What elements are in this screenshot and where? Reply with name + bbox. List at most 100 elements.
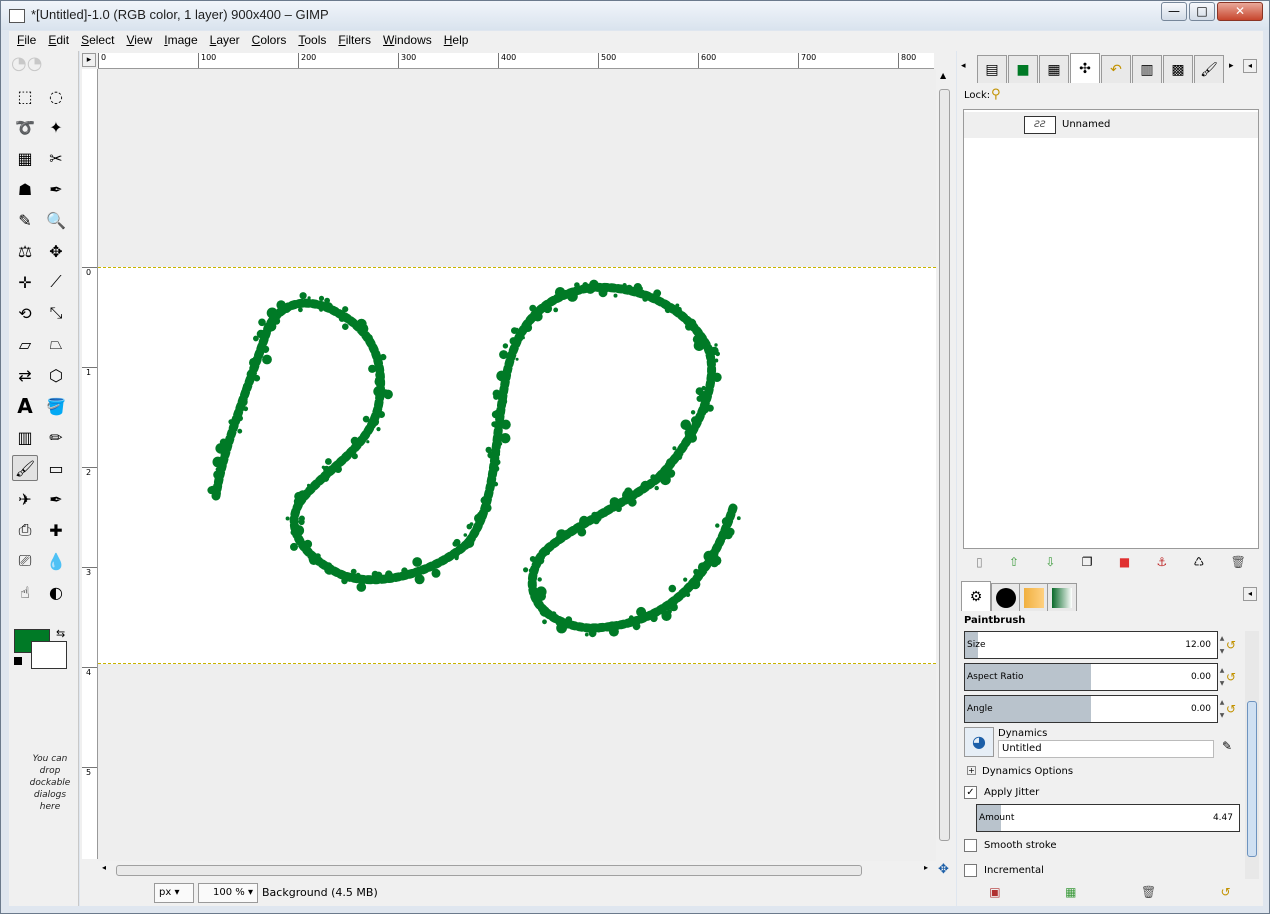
close-button[interactable]: ✕ — [1217, 2, 1263, 21]
apply-jitter-checkbox[interactable]: ✓ — [964, 786, 977, 799]
blur-icon[interactable]: 💧 — [43, 548, 69, 574]
blend-icon[interactable]: ▥ — [12, 424, 38, 450]
menu-select[interactable]: Select — [73, 31, 118, 47]
vertical-ruler[interactable]: 0 1 2 3 4 5 — [82, 69, 98, 859]
zoom-selector[interactable]: 100 % ▾ — [198, 883, 258, 903]
vertical-scroll-thumb[interactable] — [939, 89, 950, 841]
perspective-icon[interactable]: ⏢ — [43, 331, 69, 357]
ink-icon[interactable]: ✒ — [43, 486, 69, 512]
menu-colors[interactable]: Colors — [244, 31, 291, 47]
options-dock-menu-icon[interactable]: ◂ — [1243, 587, 1257, 601]
vertical-scrollbar[interactable]: ▲ — [936, 69, 954, 861]
menu-tools[interactable]: Tools — [290, 31, 330, 47]
layers-tab-icon[interactable]: ▤ — [977, 55, 1007, 83]
menu-file[interactable]: File — [9, 31, 40, 47]
unit-selector[interactable]: px ▾ — [154, 883, 194, 903]
paths-icon[interactable]: ✒ — [43, 176, 69, 202]
dodge-burn-icon[interactable]: ◐ — [43, 579, 69, 605]
duplicate-layer-icon[interactable]: ❐ — [1082, 555, 1093, 569]
eraser-icon[interactable]: ▭ — [43, 455, 69, 481]
rect-select-icon[interactable]: ⬚ — [12, 83, 38, 109]
aspect-ratio-slider[interactable]: Aspect Ratio 0.00 ▲ ▼ — [964, 663, 1224, 691]
undo-history-tab-icon[interactable]: ↶ — [1101, 55, 1131, 83]
layer-row[interactable]: ƧƧ Unnamed — [964, 112, 1258, 138]
fuzzy-select-icon[interactable]: ✦ — [43, 114, 69, 140]
angle-reset-icon[interactable]: ↺ — [1222, 700, 1240, 718]
menu-edit[interactable]: Edit — [40, 31, 73, 47]
default-colors-icon[interactable] — [14, 657, 22, 665]
perspective-clone-icon[interactable]: ⎚ — [12, 548, 38, 574]
tabs-right-icon[interactable]: ▸ — [1229, 61, 1234, 71]
cage-transform-icon[interactable]: ⬡ — [43, 362, 69, 388]
gradient-tab-icon[interactable] — [1047, 583, 1077, 611]
gradient-tab-icon[interactable]: ▥ — [1132, 55, 1162, 83]
foreground-select-icon[interactable]: ☗ — [12, 176, 38, 202]
heal-icon[interactable]: ✚ — [43, 517, 69, 543]
move-icon[interactable]: ✥ — [43, 238, 69, 264]
canvas-area[interactable] — [98, 69, 936, 861]
raise-layer-icon[interactable]: ⇧ — [1009, 555, 1019, 569]
save-options-icon[interactable]: ▣ — [989, 885, 1000, 899]
angle-slider[interactable]: Angle 0.00 ▲ ▼ — [964, 695, 1224, 723]
size-reset-icon[interactable]: ↺ — [1222, 636, 1240, 654]
paintbrush-icon[interactable]: 🖌 — [12, 455, 38, 481]
dynamics-options-label[interactable]: Dynamics Options — [982, 766, 1073, 777]
edit-dynamics-icon[interactable]: ✎ — [1222, 739, 1232, 753]
pencil-icon[interactable]: ✏ — [43, 424, 69, 450]
quick-mask-menu-icon[interactable]: ▸ — [82, 53, 96, 67]
channels-color-tab-icon[interactable]: ■ — [1008, 55, 1038, 83]
scroll-left-icon[interactable]: ◂ — [102, 863, 106, 872]
brush-tab-icon[interactable]: 🖌 — [1194, 55, 1224, 83]
select-by-color-icon[interactable]: ▦ — [12, 145, 38, 171]
menu-help[interactable]: Help — [436, 31, 473, 47]
smudge-icon[interactable]: ☝ — [12, 579, 38, 605]
clone-icon[interactable]: ⎙ — [12, 517, 38, 543]
crop-icon[interactable]: ⟋ — [43, 269, 69, 295]
lower-layer-icon[interactable]: ⇩ — [1045, 555, 1055, 569]
menu-image[interactable]: Image — [156, 31, 201, 47]
amount-slider[interactable]: Amount 4.47 — [976, 804, 1240, 832]
navigate-icon[interactable]: ✥ — [938, 862, 949, 877]
color-picker-icon[interactable]: ✎ — [12, 207, 38, 233]
anchor-icon[interactable]: ⚓ — [1156, 555, 1167, 569]
bucket-fill-icon[interactable]: 🪣 — [43, 393, 69, 419]
image-canvas[interactable] — [98, 267, 936, 664]
delete-options-icon[interactable]: 🗑 — [1141, 885, 1156, 899]
zoom-icon[interactable]: 🔍 — [43, 207, 69, 233]
pattern-tab-icon[interactable] — [1019, 583, 1049, 611]
horizontal-scrollbar[interactable]: ◂ ▸ — [98, 862, 934, 878]
horizontal-ruler[interactable]: 0 100 200 300 400 500 600 700 800 — [98, 53, 934, 69]
delete-red-icon[interactable]: ■ — [1119, 555, 1130, 569]
horizontal-scroll-thumb[interactable] — [116, 865, 862, 876]
align-icon[interactable]: ✛ — [12, 269, 38, 295]
size-slider[interactable]: Size 12.00 ▲ ▼ — [964, 631, 1224, 659]
options-scroll-thumb[interactable] — [1247, 701, 1257, 857]
background-color-swatch[interactable] — [31, 641, 67, 669]
paths-tab-icon[interactable]: ✣ — [1070, 53, 1100, 83]
scissors-select-icon[interactable]: ✂ — [43, 145, 69, 171]
menu-windows[interactable]: Windows — [375, 31, 436, 47]
tool-options-tab-icon[interactable]: ⚙ — [961, 581, 991, 611]
restore-options-icon[interactable]: ▦ — [1065, 885, 1076, 899]
flip-icon[interactable]: ⇄ — [12, 362, 38, 388]
trash-icon[interactable]: 🗑 — [1231, 555, 1246, 569]
airbrush-icon[interactable]: ✈ — [12, 486, 38, 512]
measure-icon[interactable]: ⚖ — [12, 238, 38, 264]
scale-icon[interactable]: ⤡ — [43, 300, 69, 326]
dock-menu-icon[interactable]: ◂ — [1243, 59, 1257, 73]
layer-list[interactable]: ƧƧ Unnamed — [963, 109, 1259, 549]
menu-layer[interactable]: Layer — [202, 31, 244, 47]
scroll-right-icon[interactable]: ▸ — [924, 863, 928, 872]
text-icon[interactable]: A — [12, 393, 38, 419]
channels-tab-icon[interactable]: ▦ — [1039, 55, 1069, 83]
rotate-icon[interactable]: ⟲ — [12, 300, 38, 326]
minimize-button[interactable]: — — [1161, 2, 1187, 21]
menu-filters[interactable]: Filters — [330, 31, 375, 47]
dynamics-icon[interactable]: ◕ — [964, 727, 994, 757]
free-select-icon[interactable]: ➰ — [12, 114, 38, 140]
lock-alpha-icon[interactable]: ⚲ — [991, 87, 1001, 102]
swap-colors-icon[interactable]: ⇆ — [56, 627, 65, 640]
dynamics-field[interactable]: Untitled — [998, 740, 1214, 758]
brush-tab-icon[interactable] — [991, 583, 1021, 611]
expand-icon[interactable]: + — [967, 766, 976, 775]
